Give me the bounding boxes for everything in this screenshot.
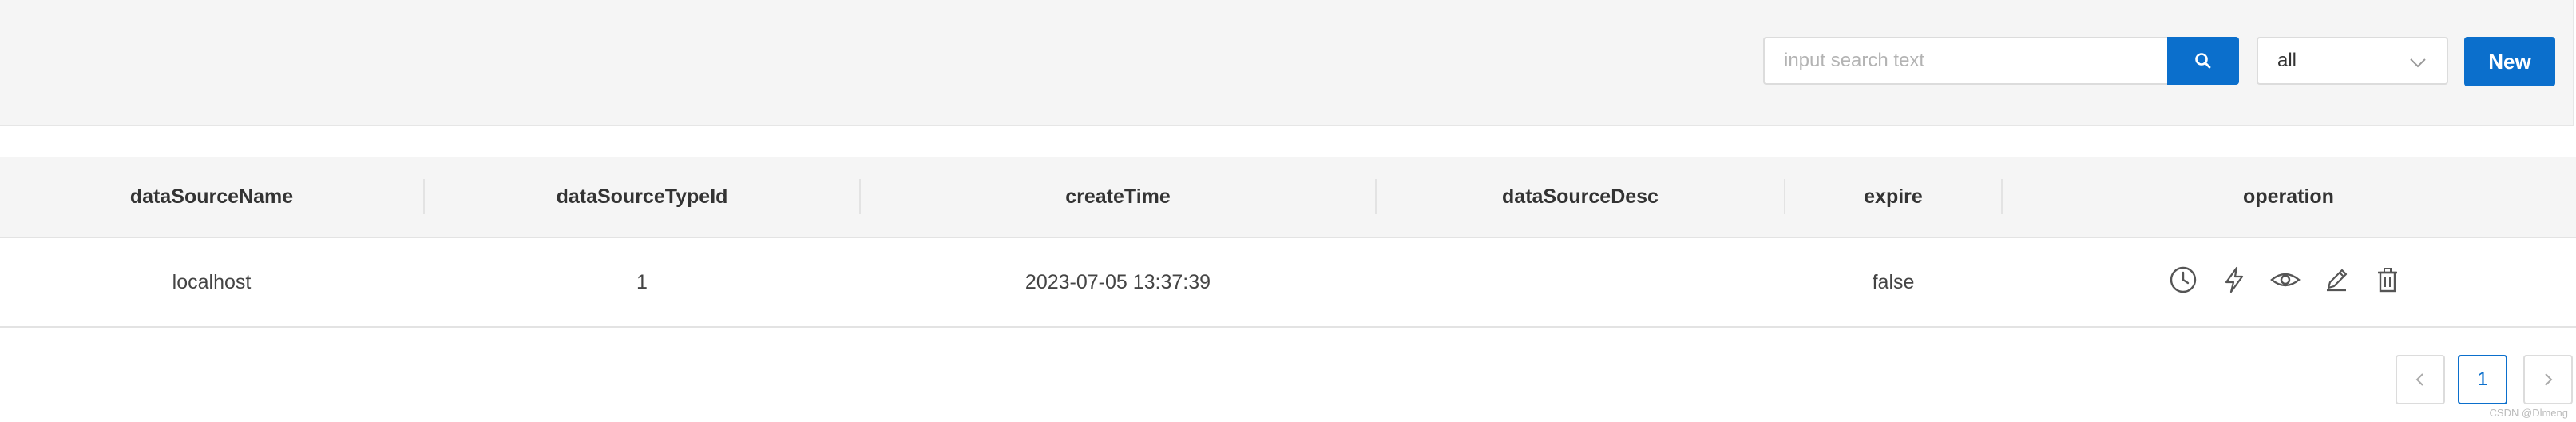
trash-icon[interactable] — [2370, 262, 2405, 297]
cell-datasourcedesc — [1377, 238, 1784, 326]
column-header-expire: expire — [1864, 185, 1923, 208]
row-operations — [2166, 262, 2421, 297]
column-header-datasourcename: dataSourceName — [129, 185, 294, 208]
cell-expire: false — [1872, 271, 1915, 293]
toolbar: all New — [0, 0, 2574, 126]
clock-icon[interactable] — [2166, 262, 2201, 297]
column-header-datasourcedesc: dataSourceDesc — [1502, 185, 1659, 208]
column-header-createtime: createTime — [1065, 185, 1171, 208]
watermark: CSDN @Dlmeng — [2489, 407, 2568, 419]
table-header: dataSourceName dataSourceTypeId createTi… — [0, 157, 2576, 238]
cell-createtime: 2023-07-05 13:37:39 — [1024, 271, 1211, 293]
lightning-icon[interactable] — [2217, 262, 2252, 297]
prev-page-button[interactable] — [2396, 355, 2445, 404]
eye-icon[interactable] — [2268, 262, 2303, 297]
page-1-button[interactable]: 1 — [2458, 355, 2507, 404]
column-header-datasourcetypeid: dataSourceTypeId — [556, 185, 728, 208]
cell-datasourcename: localhost — [172, 271, 252, 293]
chevron-right-icon — [2545, 373, 2553, 386]
type-filter-value: all — [2277, 50, 2297, 71]
column-header-operation: operation — [2243, 185, 2334, 208]
new-button[interactable]: New — [2464, 37, 2555, 86]
next-page-button[interactable] — [2523, 355, 2573, 404]
chevron-left-icon — [2415, 373, 2423, 386]
type-filter-select[interactable]: all — [2257, 37, 2448, 85]
pencil-icon[interactable] — [2319, 262, 2354, 297]
search-icon — [2195, 53, 2211, 69]
search-input[interactable] — [1763, 37, 2167, 85]
search-button[interactable] — [2167, 37, 2239, 85]
cell-datasourcetypeid: 1 — [636, 271, 648, 293]
chevron-down-icon — [2410, 58, 2426, 68]
